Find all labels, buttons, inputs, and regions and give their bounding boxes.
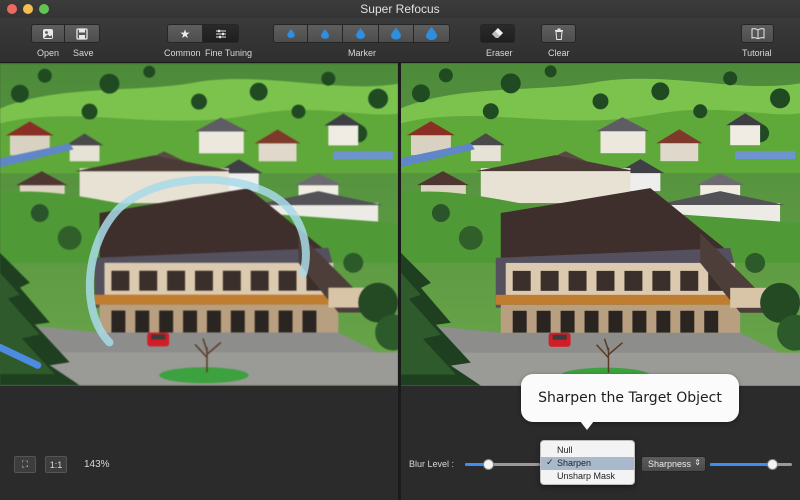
eraser-icon xyxy=(491,28,504,39)
drop-icon xyxy=(287,29,295,38)
blur-level-slider-knob[interactable] xyxy=(483,459,494,470)
sharpness-slider-fill xyxy=(710,463,772,466)
drop-icon xyxy=(356,28,365,39)
open-icon xyxy=(42,28,54,40)
left-footer-area xyxy=(0,386,398,500)
sharpness-slider-knob[interactable] xyxy=(767,459,778,470)
zoom-level: 143% xyxy=(84,459,110,470)
star-icon: ★ xyxy=(180,27,191,41)
toolbar: Open Save ★ Common Fine Tuning Marker xyxy=(0,18,800,63)
drop-icon xyxy=(321,29,329,39)
chevron-updown-icon: ⇕ xyxy=(694,458,701,467)
eraser-label: Eraser xyxy=(486,48,513,58)
save-button[interactable] xyxy=(65,24,100,43)
menu-item-sharpen[interactable]: ✓ Sharpen xyxy=(541,457,634,470)
marker-size-2-button[interactable] xyxy=(308,24,343,43)
save-label: Save xyxy=(73,48,94,58)
fullscreen-icon: ⛶ xyxy=(22,459,28,470)
result-image xyxy=(401,63,800,386)
marker-label: Marker xyxy=(348,48,376,58)
filter-dropdown-menu: Null ✓ Sharpen Unsharp Mask xyxy=(540,440,635,485)
tooltip-pointer xyxy=(580,421,594,430)
tooltip-text: Sharpen the Target Object xyxy=(521,390,739,406)
open-button[interactable] xyxy=(31,24,65,43)
tooltip-callout: Sharpen the Target Object xyxy=(521,374,739,422)
eraser-button[interactable] xyxy=(480,24,515,43)
marker-size-1-button[interactable] xyxy=(273,24,308,43)
actual-size-button[interactable]: 1:1 xyxy=(45,456,67,473)
menu-item-unsharp-mask[interactable]: Unsharp Mask xyxy=(541,470,634,483)
title-bar: Super Refocus xyxy=(0,0,800,18)
window-title: Super Refocus xyxy=(0,2,800,16)
trash-icon xyxy=(554,28,564,40)
tutorial-button[interactable] xyxy=(741,24,774,43)
clear-button[interactable] xyxy=(541,24,576,43)
marker-stroke xyxy=(0,63,398,386)
marker-size-5-button[interactable] xyxy=(414,24,450,43)
common-mode-button[interactable]: ★ xyxy=(167,24,203,43)
sliders-icon xyxy=(215,28,227,40)
drop-icon xyxy=(426,26,437,41)
fine-tuning-mode-button[interactable] xyxy=(203,24,239,43)
common-label: Common xyxy=(164,48,201,58)
menu-item-null[interactable]: Null xyxy=(541,444,634,457)
actual-size-label: 1:1 xyxy=(50,460,63,470)
drop-icon xyxy=(391,27,401,40)
tutorial-label: Tutorial xyxy=(742,48,772,58)
marker-size-3-button[interactable] xyxy=(343,24,379,43)
checkmark-icon: ✓ xyxy=(546,457,554,468)
sharpness-select-label: Sharpness xyxy=(648,459,691,469)
fine-tuning-label: Fine Tuning xyxy=(205,48,252,58)
blur-level-label: Blur Level : xyxy=(409,459,454,469)
clear-label: Clear xyxy=(548,48,570,58)
book-icon xyxy=(751,28,765,39)
save-icon xyxy=(76,28,88,40)
marker-size-4-button[interactable] xyxy=(379,24,414,43)
open-label: Open xyxy=(37,48,59,58)
fit-to-window-button[interactable]: ⛶ xyxy=(14,456,36,473)
sharpness-select[interactable]: Sharpness ⇕ xyxy=(641,456,706,472)
original-image-pane[interactable] xyxy=(0,63,398,386)
result-image-pane[interactable] xyxy=(401,63,800,386)
